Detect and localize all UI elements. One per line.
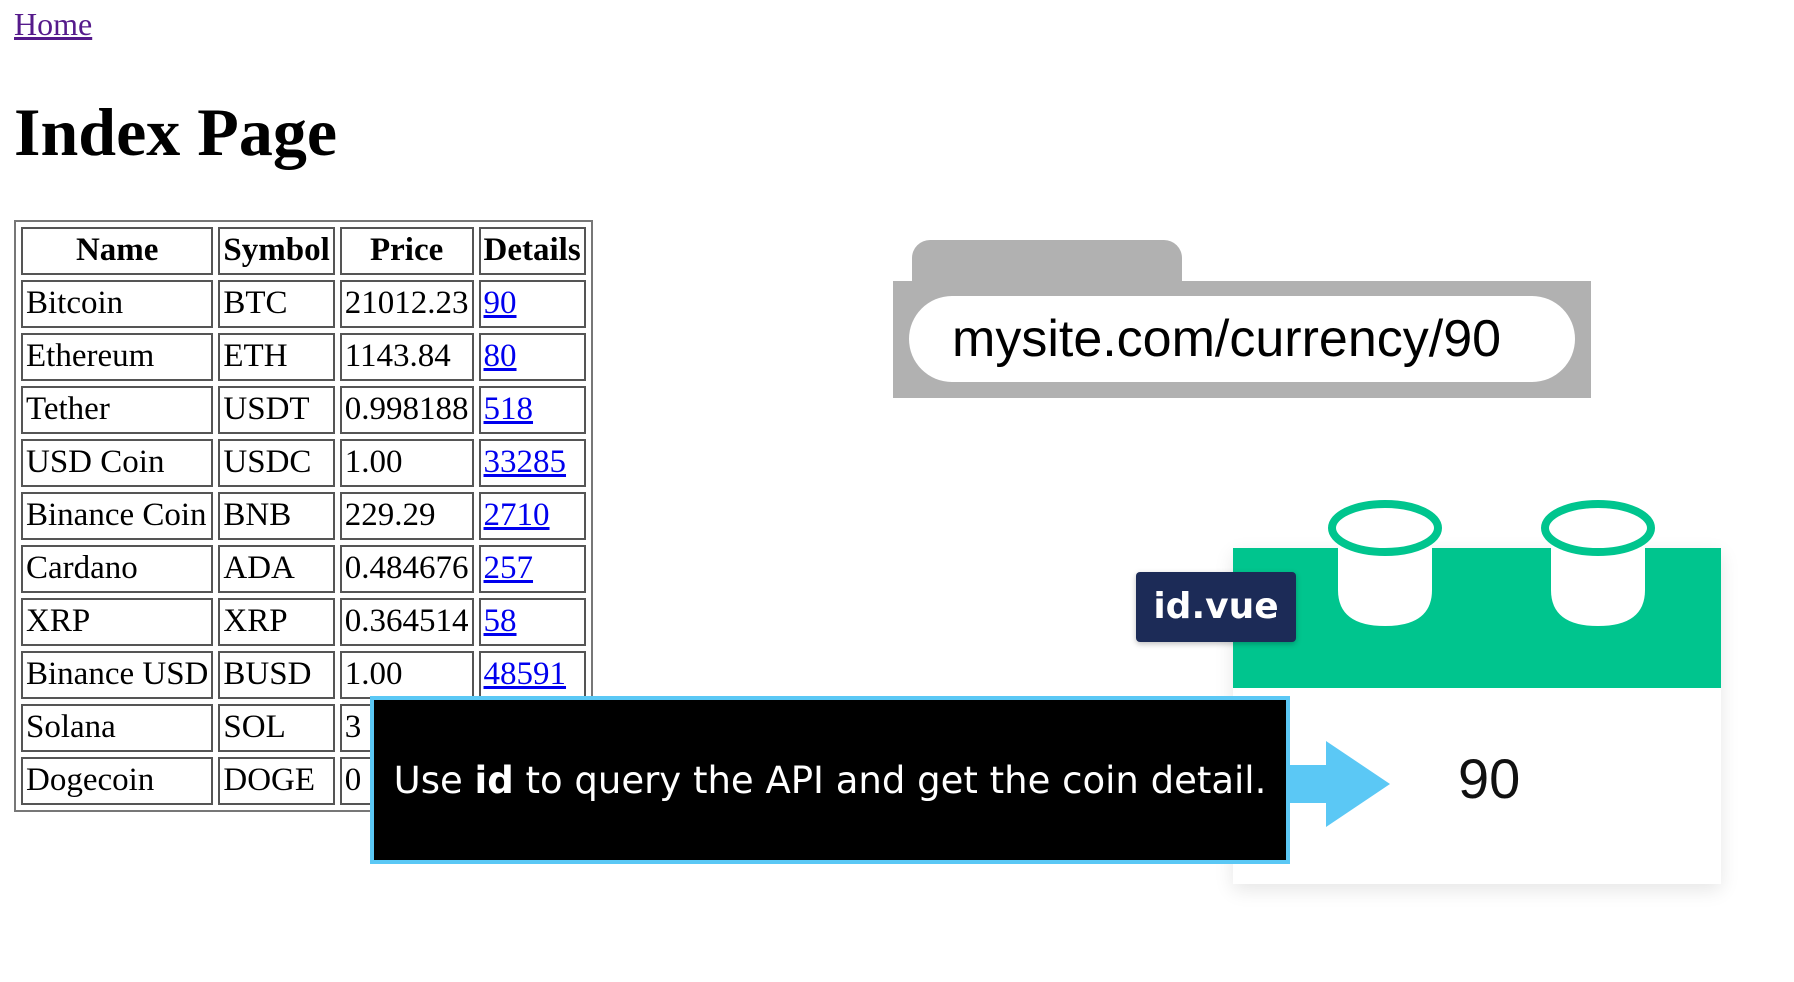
- cell-name: Tether: [21, 386, 214, 434]
- cell-details: 257: [478, 545, 586, 593]
- home-link[interactable]: Home: [14, 6, 92, 43]
- cell-symbol: ADA: [218, 545, 335, 593]
- table-row: Ethereum ETH 1143.84 80: [21, 333, 586, 381]
- table-row: XRP XRP 0.364514 58: [21, 598, 586, 646]
- details-link[interactable]: 518: [484, 391, 534, 427]
- details-link[interactable]: 90: [484, 285, 517, 321]
- caption-suffix: to query the API and get the coin detail…: [513, 758, 1267, 802]
- header-details: Details: [478, 227, 586, 275]
- cell-details: 80: [478, 333, 586, 381]
- table-row: Binance Coin BNB 229.29 2710: [21, 492, 586, 540]
- cell-name: Cardano: [21, 545, 214, 593]
- browser-address-bar: mysite.com/currency/90: [893, 281, 1591, 398]
- cell-price: 229.29: [339, 492, 474, 540]
- cell-price: 0.998188: [339, 386, 474, 434]
- details-link[interactable]: 33285: [484, 444, 567, 480]
- caption-text: Use id to query the API and get the coin…: [394, 759, 1267, 802]
- details-link[interactable]: 58: [484, 603, 517, 639]
- cell-name: Ethereum: [21, 333, 214, 381]
- arrow-right-icon: [1290, 741, 1390, 827]
- cup-icon: [1328, 500, 1442, 626]
- cell-symbol: USDT: [218, 386, 335, 434]
- header-price: Price: [339, 227, 474, 275]
- cell-symbol: DOGE: [218, 757, 335, 805]
- cell-price: 1143.84: [339, 333, 474, 381]
- cell-details: 2710: [478, 492, 586, 540]
- cell-symbol: BUSD: [218, 651, 335, 699]
- table-row: Bitcoin BTC 21012.23 90: [21, 280, 586, 328]
- details-link[interactable]: 2710: [484, 497, 550, 533]
- component-card: 90: [1233, 500, 1721, 884]
- caption-keyword: id: [474, 758, 514, 802]
- cell-symbol: ETH: [218, 333, 335, 381]
- cell-price: 1.00: [339, 439, 474, 487]
- details-link[interactable]: 257: [484, 550, 534, 586]
- cell-details: 33285: [478, 439, 586, 487]
- cell-price: 0.484676: [339, 545, 474, 593]
- cell-symbol: SOL: [218, 704, 335, 752]
- caption-prefix: Use: [393, 758, 475, 802]
- cell-symbol: USDC: [218, 439, 335, 487]
- cell-name: Dogecoin: [21, 757, 214, 805]
- url-field[interactable]: mysite.com/currency/90: [909, 296, 1575, 382]
- header-name: Name: [21, 227, 214, 275]
- header-symbol: Symbol: [218, 227, 335, 275]
- cell-details: 90: [478, 280, 586, 328]
- cell-name: Solana: [21, 704, 214, 752]
- page-title: Index Page: [14, 94, 337, 170]
- table-row: Cardano ADA 0.484676 257: [21, 545, 586, 593]
- cell-details: 518: [478, 386, 586, 434]
- cell-details: 58: [478, 598, 586, 646]
- component-value: 90: [1458, 747, 1521, 810]
- cell-symbol: BNB: [218, 492, 335, 540]
- cell-symbol: BTC: [218, 280, 335, 328]
- cell-name: Binance Coin: [21, 492, 214, 540]
- caption-box: Use id to query the API and get the coin…: [370, 696, 1290, 864]
- table-row: USD Coin USDC 1.00 33285: [21, 439, 586, 487]
- cell-name: USD Coin: [21, 439, 214, 487]
- cell-symbol: XRP: [218, 598, 335, 646]
- cell-name: XRP: [21, 598, 214, 646]
- table-header-row: Name Symbol Price Details: [21, 227, 586, 275]
- cell-name: Bitcoin: [21, 280, 214, 328]
- cell-price: 0.364514: [339, 598, 474, 646]
- cup-icon: [1541, 500, 1655, 626]
- details-link[interactable]: 48591: [484, 656, 567, 692]
- table-row: Binance USD BUSD 1.00 48591: [21, 651, 586, 699]
- cell-details: 48591: [478, 651, 586, 699]
- table-row: Tether USDT 0.998188 518: [21, 386, 586, 434]
- filename-badge: id.vue: [1136, 572, 1296, 642]
- cell-name: Binance USD: [21, 651, 214, 699]
- component-header: [1233, 500, 1721, 688]
- details-link[interactable]: 80: [484, 338, 517, 374]
- cell-price: 1.00: [339, 651, 474, 699]
- cell-price: 21012.23: [339, 280, 474, 328]
